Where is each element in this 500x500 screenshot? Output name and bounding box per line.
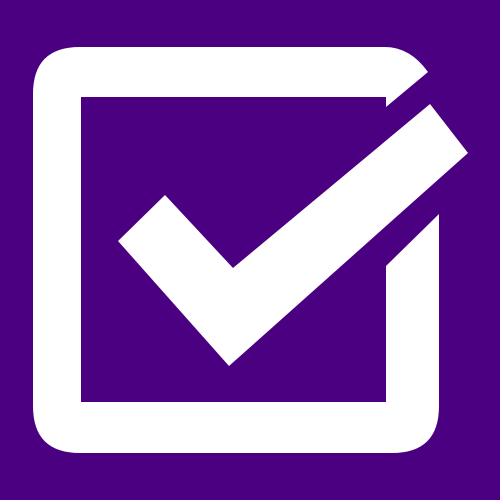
checked-checkbox-icon[interactable] — [0, 0, 500, 500]
checkbox-icon-canvas — [0, 0, 500, 500]
